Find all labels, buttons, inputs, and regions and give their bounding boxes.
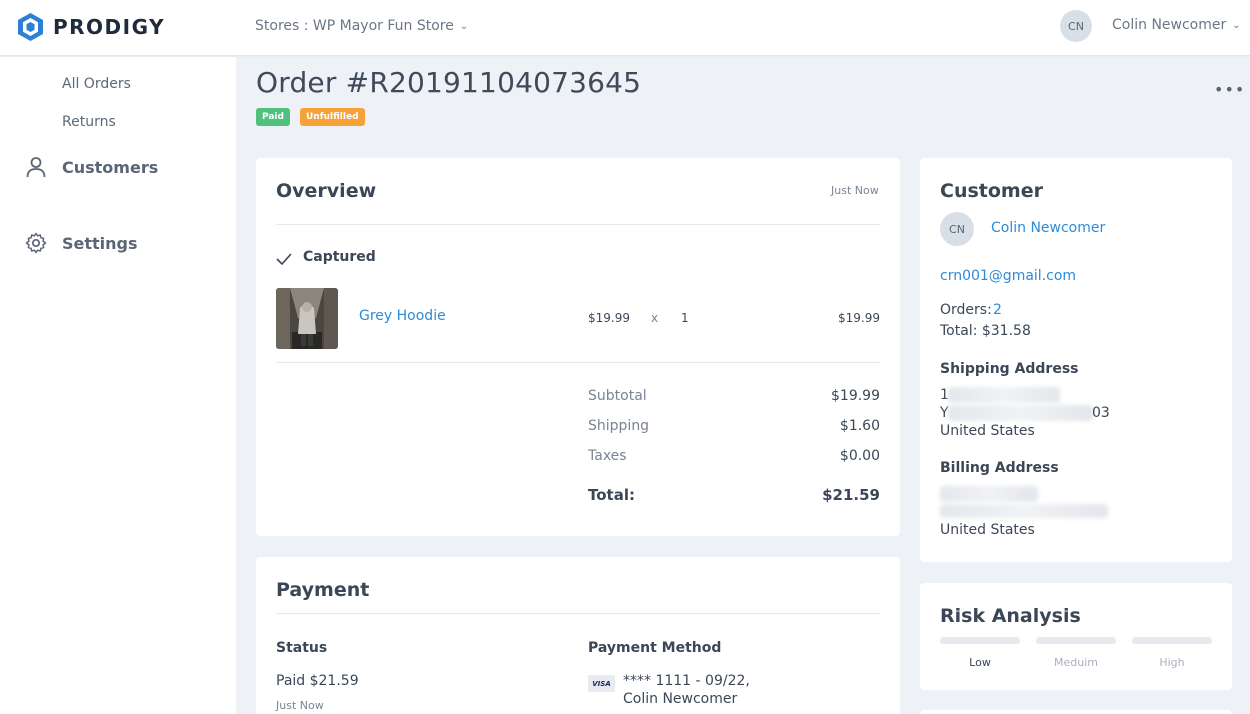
card-holder: Colin Newcomer xyxy=(623,691,738,707)
customer-orders-label: Orders: xyxy=(940,302,992,318)
brand-logo[interactable]: PRODIGY xyxy=(17,12,165,42)
user-icon xyxy=(26,157,46,178)
billing-address-header: Billing Address xyxy=(940,460,1059,476)
payment-status-header: Status xyxy=(276,640,328,656)
product-price: $19.99 xyxy=(588,311,630,325)
next-card xyxy=(920,710,1232,714)
sidebar-item-returns[interactable]: Returns xyxy=(62,114,116,130)
risk-label-high: High xyxy=(1159,656,1185,669)
shipping-line2-end: 03 xyxy=(1092,405,1110,421)
chevron-down-icon: ⌄ xyxy=(1232,19,1241,31)
redacted-text xyxy=(948,387,1060,403)
top-bar: PRODIGY Stores : WP Mayor Fun Store ⌄ CN… xyxy=(0,0,1250,56)
sidebar: All Orders Returns Customers Settings xyxy=(0,57,236,714)
billing-country: United States xyxy=(940,522,1035,538)
payment-title: Payment xyxy=(276,579,370,601)
total-label: Total: xyxy=(588,486,635,504)
sidebar-item-label: Settings xyxy=(62,233,138,253)
payment-status-value: Paid $21.59 xyxy=(276,673,359,689)
status-badge-unfulfilled: Unfulfilled xyxy=(300,108,365,126)
customer-name-link[interactable]: Colin Newcomer xyxy=(991,220,1105,236)
quantity-multiplier: x xyxy=(651,311,659,325)
taxes-value: $0.00 xyxy=(839,448,880,464)
sidebar-item-settings[interactable]: Settings xyxy=(24,231,138,255)
shipping-value: $1.60 xyxy=(839,418,880,434)
product-quantity: 1 xyxy=(681,311,689,325)
chevron-down-icon: ⌄ xyxy=(459,20,469,32)
gear-icon xyxy=(25,232,47,254)
shipping-label: Shipping xyxy=(588,418,650,434)
product-thumbnail[interactable] xyxy=(276,288,338,349)
customer-orders-count[interactable]: 2 xyxy=(993,302,1002,318)
redacted-text xyxy=(940,504,1108,518)
user-name: Colin Newcomer xyxy=(1112,17,1227,33)
avatar[interactable]: CN xyxy=(1060,10,1092,42)
subtotal-label: Subtotal xyxy=(588,388,647,404)
risk-label-medium: Meduim xyxy=(1054,656,1098,669)
customer-avatar: CN xyxy=(940,212,974,246)
risk-label-low: Low xyxy=(969,656,991,669)
customer-total: Total: $31.58 xyxy=(940,323,1031,339)
overview-card xyxy=(256,158,900,536)
product-link[interactable]: Grey Hoodie xyxy=(359,308,446,324)
payment-status-time: Just Now xyxy=(276,699,324,712)
subtotal-value: $19.99 xyxy=(831,388,880,404)
redacted-text xyxy=(940,486,1038,502)
card-number: **** 1111 - 09/22, xyxy=(623,673,750,689)
check-icon xyxy=(276,253,292,266)
store-selector[interactable]: Stores : WP Mayor Fun Store ⌄ xyxy=(255,18,468,34)
risk-bar-low xyxy=(940,637,1020,644)
sidebar-item-customers[interactable]: Customers xyxy=(24,155,158,179)
total-value: $21.59 xyxy=(822,486,880,504)
overview-time: Just Now xyxy=(831,184,879,197)
user-menu[interactable]: Colin Newcomer ⌄ xyxy=(1112,17,1241,33)
page-title: Order #R20191104073645 xyxy=(256,66,642,99)
divider xyxy=(276,613,880,614)
payment-method-header: Payment Method xyxy=(588,640,722,656)
redacted-text xyxy=(948,405,1093,421)
cube-logo-icon xyxy=(18,13,43,41)
brand-name: PRODIGY xyxy=(53,15,166,39)
risk-bar-high xyxy=(1132,637,1212,644)
visa-card-icon: VISA xyxy=(588,675,615,692)
status-badge-paid: Paid xyxy=(256,108,290,126)
risk-bar-medium xyxy=(1036,637,1116,644)
divider xyxy=(276,224,880,225)
overview-title: Overview xyxy=(276,180,377,202)
risk-analysis-title: Risk Analysis xyxy=(940,605,1081,627)
captured-label: Captured xyxy=(303,249,376,265)
sidebar-item-label: Customers xyxy=(62,157,159,177)
shipping-country: United States xyxy=(940,423,1035,439)
customer-title: Customer xyxy=(940,180,1043,202)
customer-email-link[interactable]: crn001@gmail.com xyxy=(940,268,1076,284)
shipping-address-header: Shipping Address xyxy=(940,361,1079,377)
line-total: $19.99 xyxy=(838,311,880,325)
divider xyxy=(276,362,880,363)
taxes-label: Taxes xyxy=(588,448,627,464)
more-options-button[interactable]: ••• xyxy=(1214,80,1245,99)
sidebar-item-all-orders[interactable]: All Orders xyxy=(62,76,131,92)
store-selector-label: Stores : WP Mayor Fun Store xyxy=(255,18,454,34)
